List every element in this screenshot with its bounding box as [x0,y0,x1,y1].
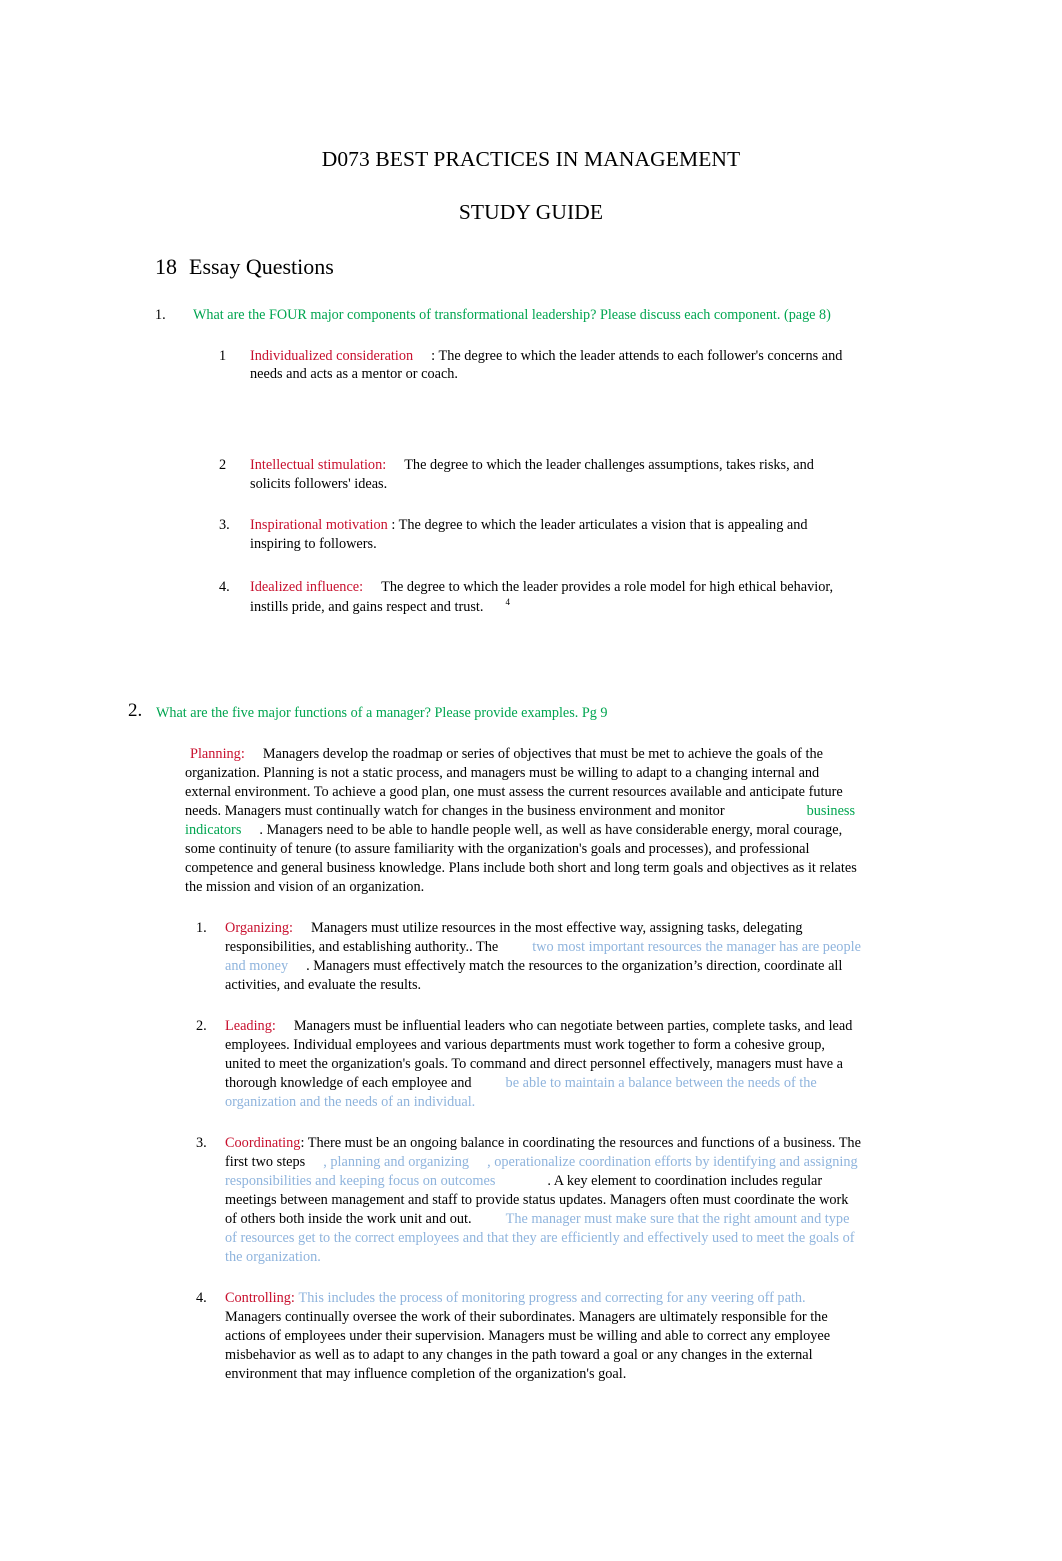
planning-paragraph: Planning: Managers develop the roadmap or… [0,723,1062,897]
function-4-marker: 4. [196,1289,207,1306]
component-1-marker: 1 [219,347,227,364]
function-1-marker: 1. [196,919,207,936]
section-heading: 18 Essay Questions [0,226,1062,280]
planning-term: Planning: [190,745,245,762]
component-item: 4. Idealized influence: The degree to whic… [0,578,1062,616]
component-item: 2 Intellectual stimulation: The degree to … [0,456,1062,494]
document-subtitle: STUDY GUIDE [458,199,604,224]
question-1: 1. What are the FOUR major components of… [0,280,1062,324]
component-4-marker: 4. [219,578,230,595]
function-item: 2. Leading: Managers must be influential l… [0,1017,1062,1112]
component-1-term: Individualized consideration [250,347,414,364]
function-3-marker: 3. [196,1134,207,1151]
component-2-marker: 2 [219,457,227,474]
component-3-term: Inspirational motivation [250,517,388,534]
function-3-term: Coordinating [225,1134,301,1151]
planning-body-part2: . Managers need to be able to handle peo… [185,821,857,895]
function-2-term: Leading: [225,1017,276,1034]
question-1-prompt: What are the FOUR major components of tr… [193,307,831,324]
section-title: Essay Questions [189,253,334,279]
function-item: 4. Controlling: This includes the process… [0,1289,1062,1384]
component-item: 3. Inspirational motivation : The degree … [0,516,1062,554]
planning-body-part1: Managers develop the roadmap or series o… [185,745,843,819]
component-4-term: Idealized influence: [250,578,364,595]
function-1-term: Organizing: [225,919,294,936]
component-item: 1 Individualized consideration: The degre… [0,347,1062,385]
footnote-reference: 4 [505,596,510,607]
function-4-term: Controlling: [225,1289,295,1306]
function-3-highlight-a: , planning and organizing [323,1153,470,1170]
function-2-marker: 2. [196,1017,207,1034]
function-item: 1. Organizing: Managers must utilize resou… [0,919,1062,995]
question-2: 2. What are the five major functions of … [0,616,1062,722]
section-number: 18 [155,253,177,279]
question-1-marker: 1. [155,307,166,324]
transformational-leadership-components: 1 Individualized consideration: The degre… [0,347,1062,617]
function-1-body-part2: . Managers must effectively match the re… [225,957,843,993]
function-item: 3. Coordinating: There must be an ongoing… [0,1134,1062,1267]
function-4-highlight: This includes the process of monitoring … [298,1289,806,1306]
question-2-marker: 2. [128,700,143,722]
manager-functions-list: 1. Organizing: Managers must utilize resou… [0,919,1062,1384]
function-4-body: Managers continually oversee the work of… [225,1308,831,1382]
component-3-marker: 3. [219,517,230,534]
question-2-prompt: What are the five major functions of a m… [156,705,608,722]
document-title: D073 BEST PRACTICES IN MANAGEMENT [321,147,741,171]
component-2-term: Intellectual stimulation: [250,457,387,474]
document-page: D073 BEST PRACTICES IN MANAGEMENT STUDY … [0,0,1062,1561]
